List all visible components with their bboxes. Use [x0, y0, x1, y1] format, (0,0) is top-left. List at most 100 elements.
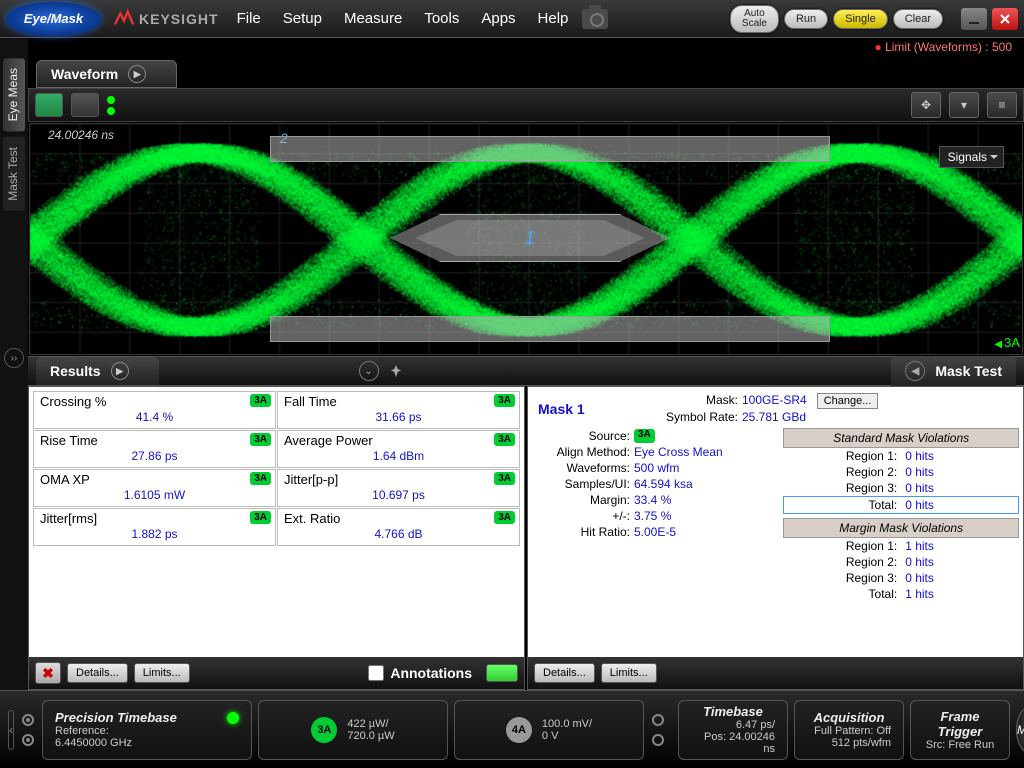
brand-logo: KEYSIGHT: [113, 8, 219, 30]
timebase-box[interactable]: Precision Timebase Reference: 6.4450000 …: [42, 700, 252, 760]
expand-sidebar-button[interactable]: ››: [4, 348, 24, 368]
plot-toolbar: ✥ ▾ ≡: [28, 88, 1024, 122]
autoscale-button[interactable]: AutoScale: [730, 5, 779, 33]
measurement-item[interactable]: Rise Time3A27.86 ps: [33, 430, 276, 468]
mask-header: Mask 1 Mask: 100GE-SR4 Change... Symbol …: [532, 391, 1019, 426]
bottom-panels: Crossing %3A41.4 %Fall Time3A31.66 psRis…: [28, 386, 1024, 690]
measurement-item[interactable]: Fall Time3A31.66 ps: [277, 391, 520, 429]
margin-total-row: Total:1 hits: [783, 586, 1019, 602]
app-mode-badge: Eye/Mask: [6, 2, 101, 36]
waveform-tab-row: Waveform ▶: [28, 60, 1024, 88]
vtab-mask-test[interactable]: Mask Test: [3, 137, 25, 211]
menu-help[interactable]: Help: [538, 10, 569, 27]
mask-info-row: Align Method:Eye Cross Mean: [532, 444, 779, 460]
mask-footer: Details... Limits...: [528, 657, 1023, 689]
acquisition-status-box[interactable]: Acquisition Full Pattern: Off 512 pts/wf…: [794, 700, 904, 760]
measurement-item[interactable]: Ext. Ratio3A4.766 dB: [277, 508, 520, 546]
annotations-input[interactable]: [368, 665, 384, 681]
minimize-icon: [967, 12, 981, 26]
channel-4a-box[interactable]: 4A 100.0 mV/0 V: [454, 700, 644, 760]
mask-info-row: Samples/UI:64.594 ksa: [532, 476, 779, 492]
violation-row: Region 3:0 hits: [783, 570, 1019, 586]
channel-3a-box[interactable]: 3A 422 µW/720.0 µW: [258, 700, 448, 760]
results-tab[interactable]: Results ▶: [36, 357, 159, 385]
mask-info-row: Margin:33.4 %: [532, 492, 779, 508]
minimize-button[interactable]: [961, 8, 987, 30]
measurement-name: OMA XP: [40, 472, 269, 487]
hamburger-icon[interactable]: ≡: [987, 92, 1017, 118]
close-button[interactable]: [992, 8, 1018, 30]
gear-icon: [20, 732, 36, 748]
violation-row: Region 3:0 hits: [783, 480, 1019, 496]
eye-diagram-plot[interactable]: 24.00246 ns 2 1 Signals 3A: [29, 123, 1023, 355]
vtab-eye-meas[interactable]: Eye Meas: [3, 58, 25, 131]
menu-setup[interactable]: Setup: [283, 10, 322, 27]
measurement-value: 1.64 dBm: [284, 449, 513, 463]
waveform-tab[interactable]: Waveform ▶: [36, 60, 177, 88]
limit-status: ● Limit (Waveforms) : 500: [874, 40, 1012, 54]
mask-label: Mask:: [648, 393, 738, 409]
measurement-item[interactable]: Jitter[rms]3A1.882 ps: [33, 508, 276, 546]
change-mask-button[interactable]: Change...: [817, 393, 879, 409]
menu-file[interactable]: File: [237, 10, 261, 27]
status-gears[interactable]: [20, 712, 36, 748]
mask-info-list: Source:3AAlign Method:Eye Cross MeanWave…: [532, 428, 779, 602]
zoom-dropdown-icon[interactable]: ▾: [949, 92, 979, 118]
screenshot-icon[interactable]: [582, 9, 608, 29]
margin-violations-header: Margin Mask Violations: [783, 518, 1019, 538]
left-tab-strip: Eye Meas Mask Test ››: [0, 38, 28, 768]
mask-info-row: +/-:3.75 %: [532, 508, 779, 524]
measurement-value: 1.6105 mW: [40, 488, 269, 502]
menu-measure[interactable]: Measure: [344, 10, 402, 27]
single-button[interactable]: Single: [833, 9, 888, 29]
status-bar: ‹ Precision Timebase Reference: 6.445000…: [0, 690, 1024, 768]
back-chevron-icon[interactable]: ◀: [905, 361, 925, 381]
gear-icon: [650, 712, 666, 728]
details-button[interactable]: Details...: [67, 663, 128, 683]
channel-3a-badge: 3A: [311, 717, 337, 743]
run-button[interactable]: Run: [784, 9, 828, 29]
menu-tools[interactable]: Tools: [424, 10, 459, 27]
measurement-name: Crossing %: [40, 394, 269, 409]
frame-trigger-box[interactable]: Frame Trigger Src: Free Run: [910, 700, 1010, 760]
measurement-name: Jitter[rms]: [40, 511, 269, 526]
source-badge: 3A: [494, 472, 515, 485]
signals-dropdown[interactable]: Signals: [939, 146, 1004, 168]
play-icon[interactable]: ▶: [111, 362, 129, 380]
annotations-checkbox[interactable]: Annotations: [368, 665, 472, 681]
move-icon[interactable]: ✥: [911, 92, 941, 118]
status-prev-button[interactable]: ‹: [8, 710, 14, 750]
reference-value: 6.4450000 GHz: [55, 737, 239, 749]
source-badge: 3A: [494, 433, 515, 446]
multi-view-icon[interactable]: [71, 93, 99, 117]
play-icon[interactable]: ▶: [128, 65, 146, 83]
mask-info-row: Waveforms:500 wfm: [532, 460, 779, 476]
close-icon: [998, 12, 1012, 26]
limits-button[interactable]: Limits...: [134, 663, 190, 683]
status-gears[interactable]: [650, 712, 666, 748]
measurement-value: 31.66 ps: [284, 410, 513, 424]
source-badge: 3A: [494, 511, 515, 524]
measurement-item[interactable]: OMA XP3A1.6105 mW: [33, 469, 276, 507]
source-badge: 3A: [494, 394, 515, 407]
main-menu: File Setup Measure Tools Apps Help: [237, 10, 569, 27]
mask-test-tab[interactable]: ◀ Mask Test: [891, 356, 1016, 386]
pin-icon[interactable]: [389, 364, 403, 378]
measurement-item[interactable]: Jitter[p-p]3A10.697 ps: [277, 469, 520, 507]
collapse-chevron-icon[interactable]: ⌄: [359, 361, 379, 381]
measurement-item[interactable]: Average Power3A1.64 dBm: [277, 430, 520, 468]
timebase-status-box[interactable]: Timebase 6.47 ps/ Pos: 24.00246 ns: [678, 700, 788, 760]
mask-value: 100GE-SR4: [742, 393, 807, 409]
mask-limits-button[interactable]: Limits...: [601, 663, 657, 683]
single-view-icon[interactable]: [35, 93, 63, 117]
delete-button[interactable]: ✖: [35, 662, 61, 684]
main-area: Waveform ▶ ✥ ▾ ≡ 24.00246 ns 2 1 Signals…: [28, 60, 1024, 690]
violation-row: Region 1:0 hits: [783, 448, 1019, 464]
mask-details-button[interactable]: Details...: [534, 663, 595, 683]
violations-column: Standard Mask Violations Region 1:0 hits…: [783, 428, 1019, 602]
menu-apps[interactable]: Apps: [481, 10, 515, 27]
measurements-grid: Crossing %3A41.4 %Fall Time3A31.66 psRis…: [29, 387, 524, 657]
math-button[interactable]: Math: [1016, 706, 1024, 754]
measurement-item[interactable]: Crossing %3A41.4 %: [33, 391, 276, 429]
clear-button[interactable]: Clear: [893, 9, 943, 29]
